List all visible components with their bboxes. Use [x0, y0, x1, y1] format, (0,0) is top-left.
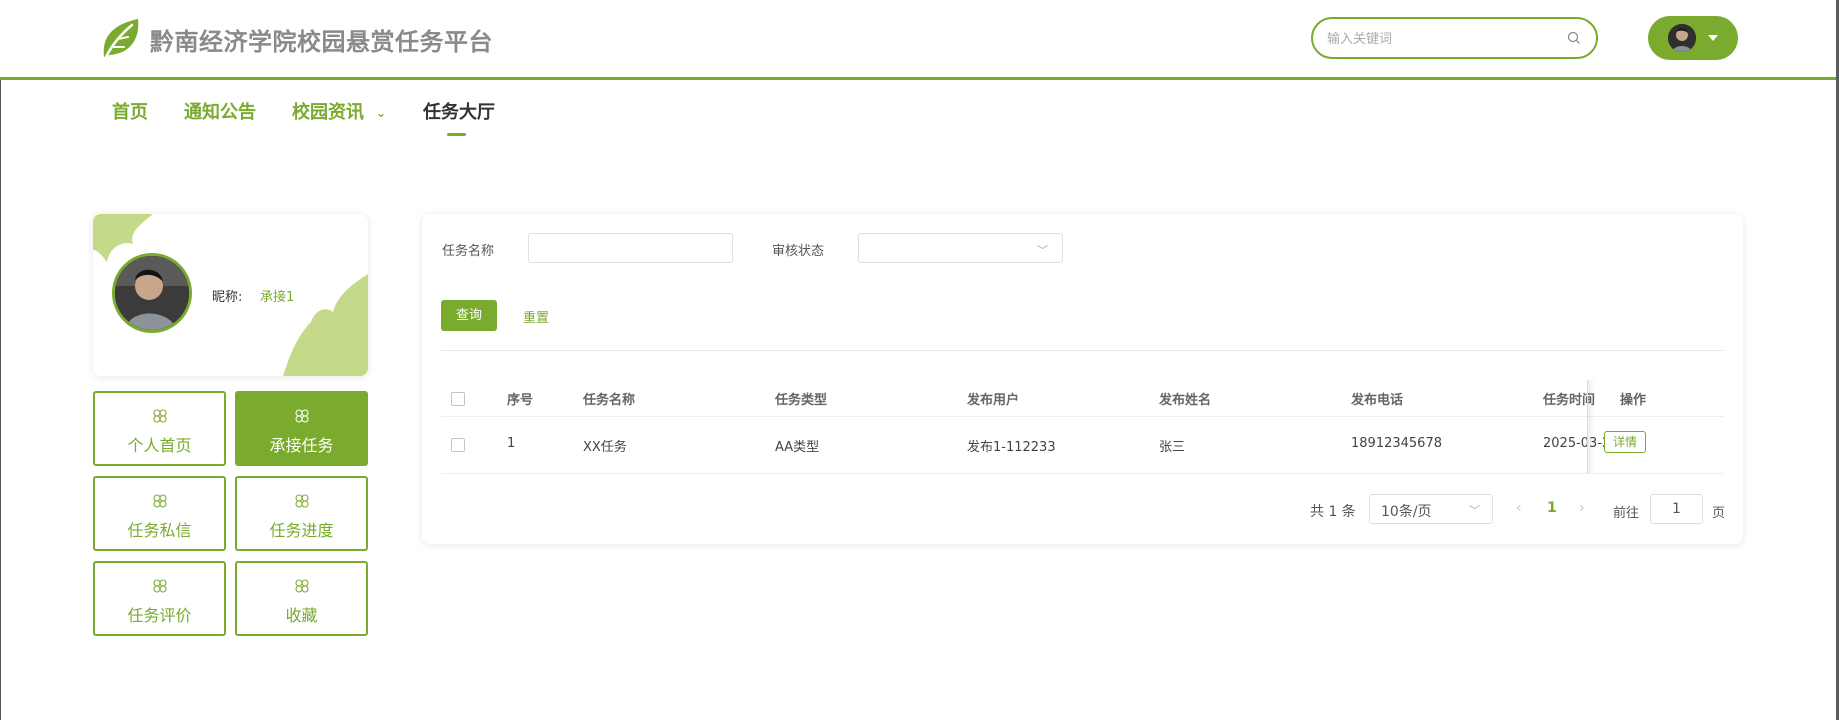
clover-icon [295, 494, 309, 508]
column-header: 发布电话 [1351, 393, 1404, 408]
prev-page-button[interactable]: ‹ [1516, 500, 1522, 516]
query-button[interactable]: 查询 [441, 300, 497, 331]
column-header: 任务类型 [775, 393, 828, 408]
row-task-type: AA类型 [775, 440, 820, 455]
column-header: 任务时间 [1543, 393, 1596, 408]
page-number[interactable]: 1 [1547, 500, 1557, 516]
search-input[interactable] [1325, 27, 1559, 51]
row-checkbox[interactable] [451, 438, 465, 452]
menu-task-reviews[interactable]: 任务评价 [93, 561, 226, 636]
profile-card: 昵称: 承接1 [93, 214, 368, 376]
task-name-input[interactable] [528, 233, 733, 263]
menu-accepted-tasks[interactable]: 承接任务 [235, 391, 368, 466]
nav-item-label: 校园资讯 [292, 102, 364, 123]
row-task-time: 2025-03-2 [1543, 436, 1605, 451]
site-title[interactable]: 黔南经济学院校园悬赏任务平台 [150, 22, 493, 57]
nickname-label: 昵称: [212, 290, 243, 305]
chevron-down-icon: ⌄ [376, 106, 387, 120]
task-name-label: 任务名称 [442, 244, 495, 259]
fixed-column-shadow [1587, 380, 1595, 473]
select-all-checkbox[interactable] [451, 392, 465, 406]
chevron-down-icon: ﹀ [1469, 504, 1480, 517]
chevron-down-icon [1708, 35, 1718, 41]
menu-task-messages[interactable]: 任务私信 [93, 476, 226, 551]
active-nav-indicator [447, 133, 466, 136]
menu-label: 任务进度 [269, 521, 334, 540]
chevron-down-icon: ﹀ [1037, 244, 1048, 257]
menu-label: 承接任务 [269, 436, 334, 455]
row-task-name: XX任务 [583, 440, 627, 455]
menu-task-progress[interactable]: 任务进度 [235, 476, 368, 551]
page-size-value: 10条/页 [1381, 504, 1432, 520]
row-publisher-name: 张三 [1159, 440, 1186, 455]
avatar [112, 253, 192, 333]
avatar [1668, 24, 1696, 52]
column-header: 任务名称 [583, 393, 636, 408]
reset-button[interactable]: 重置 [523, 307, 549, 326]
table-header: 序号 任务名称 任务类型 发布用户 发布姓名 发布电话 任务时间 操作 [441, 380, 1724, 417]
menu-label: 任务私信 [127, 521, 192, 540]
goto-page-input[interactable]: 1 [1650, 494, 1703, 524]
site-header: 黔南经济学院校园悬赏任务平台 [0, 0, 1836, 80]
review-status-select[interactable]: ﹀ [858, 233, 1063, 263]
detail-button[interactable]: 详情 [1604, 431, 1646, 453]
nav-item-campus-news[interactable]: 校园资讯 ⌄ [292, 98, 386, 124]
review-status-label: 审核状态 [772, 244, 825, 259]
clover-icon [295, 409, 309, 423]
menu-favorites[interactable]: 收藏 [235, 561, 368, 636]
page-suffix: 页 [1712, 506, 1726, 521]
column-header: 发布用户 [967, 393, 1020, 408]
menu-label: 任务评价 [127, 606, 192, 625]
column-header: 操作 [1620, 393, 1647, 408]
pagination-total: 共 1 条 [1310, 504, 1356, 520]
search-icon[interactable] [1567, 31, 1581, 45]
column-header: 序号 [507, 393, 534, 408]
row-publisher-user: 发布1-112233 [967, 440, 1056, 455]
next-page-button[interactable]: › [1579, 500, 1585, 516]
clover-icon [153, 494, 167, 508]
menu-label: 收藏 [285, 606, 318, 625]
page-size-select[interactable]: 10条/页 ﹀ [1369, 494, 1493, 524]
leaf-icon [103, 19, 139, 59]
table-row: 1 XX任务 AA类型 发布1-112233 张三 18912345678 20… [441, 417, 1724, 474]
row-publisher-phone: 18912345678 [1351, 436, 1442, 451]
divider [441, 350, 1724, 351]
menu-personal-home[interactable]: 个人首页 [93, 391, 226, 466]
menu-label: 个人首页 [127, 436, 192, 455]
nav-item-task-hall[interactable]: 任务大厅 [423, 98, 495, 124]
goto-label: 前往 [1613, 506, 1640, 521]
column-header: 发布姓名 [1159, 393, 1212, 408]
search-box[interactable] [1311, 17, 1598, 59]
nav-item-home[interactable]: 首页 [112, 98, 148, 124]
main-nav: 首页 通知公告 校园资讯 ⌄ 任务大厅 [0, 80, 1836, 140]
clover-icon [153, 409, 167, 423]
task-list-panel: 任务名称 审核状态 ﹀ 查询 重置 序号 任务名称 任务类型 发布用户 发布姓名… [422, 214, 1743, 544]
clover-icon [153, 579, 167, 593]
row-index: 1 [507, 436, 516, 451]
clover-icon [295, 579, 309, 593]
nickname-value: 承接1 [260, 290, 295, 305]
nav-item-notices[interactable]: 通知公告 [184, 98, 256, 124]
user-menu-button[interactable] [1648, 16, 1738, 60]
